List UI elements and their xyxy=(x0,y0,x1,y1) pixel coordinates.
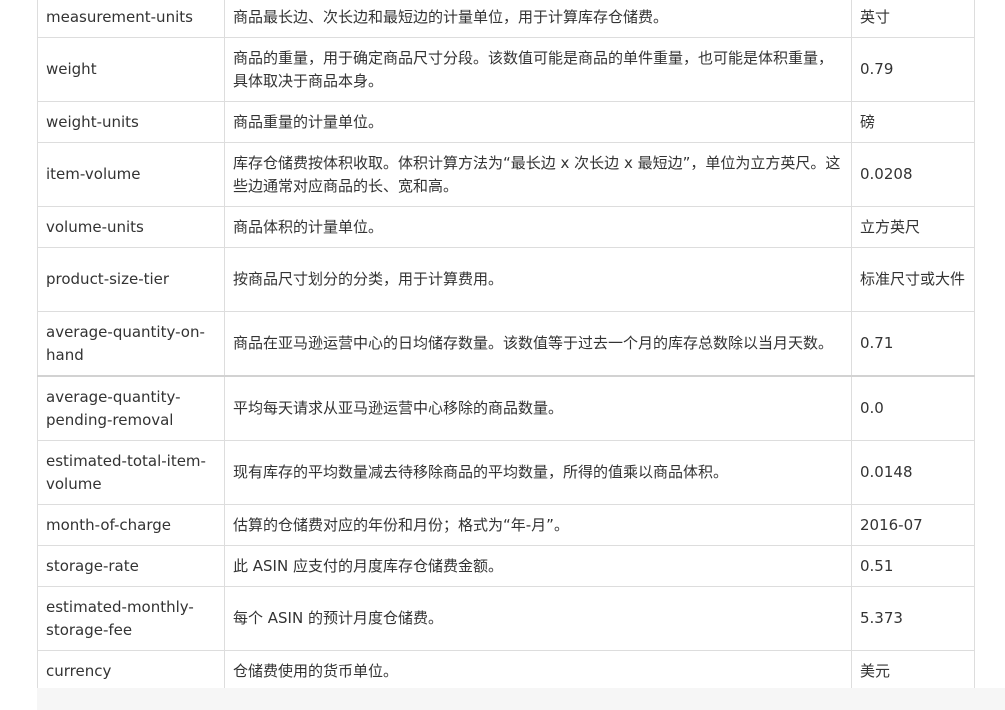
field-name-cell: product-size-tier xyxy=(38,248,225,312)
field-name-cell: volume-units xyxy=(38,207,225,248)
field-example-value-cell: 美元 xyxy=(852,651,975,692)
field-description-cell: 现有库存的平均数量减去待移除商品的平均数量，所得的值乘以商品体积。 xyxy=(225,441,852,505)
field-name-cell: measurement-units xyxy=(38,0,225,38)
field-example-value-cell: 立方英尺 xyxy=(852,207,975,248)
table-row: measurement-units 商品最长边、次长边和最短边的计量单位，用于计… xyxy=(38,0,975,38)
field-name-cell: currency xyxy=(38,651,225,692)
field-description-cell: 按商品尺寸划分的分类，用于计算费用。 xyxy=(225,248,852,312)
table-row: average-quantity-pending-removal 平均每天请求从… xyxy=(38,376,975,441)
field-description-cell: 商品最长边、次长边和最短边的计量单位，用于计算库存仓储费。 xyxy=(225,0,852,38)
field-example-value-cell: 英寸 xyxy=(852,0,975,38)
field-example-value-cell: 0.0208 xyxy=(852,143,975,207)
field-description-cell: 估算的仓储费对应的年份和月份；格式为“年-月”。 xyxy=(225,505,852,546)
field-description-cell: 商品在亚马逊运营中心的日均储存数量。该数值等于过去一个月的库存总数除以当月天数。 xyxy=(225,312,852,377)
field-example-value-cell: 0.79 xyxy=(852,38,975,102)
field-name-cell: storage-rate xyxy=(38,546,225,587)
table-row: month-of-charge 估算的仓储费对应的年份和月份；格式为“年-月”。… xyxy=(38,505,975,546)
table-row: estimated-total-item-volume 现有库存的平均数量减去待… xyxy=(38,441,975,505)
field-example-value-cell: 0.0 xyxy=(852,376,975,441)
field-name-cell: weight-units xyxy=(38,102,225,143)
field-description-cell: 每个 ASIN 的预计月度仓储费。 xyxy=(225,587,852,651)
field-example-value-cell: 0.0148 xyxy=(852,441,975,505)
field-example-value-cell: 2016-07 xyxy=(852,505,975,546)
field-example-value-cell: 0.71 xyxy=(852,312,975,377)
field-name-cell: average-quantity-pending-removal xyxy=(38,376,225,441)
field-example-value-cell: 5.373 xyxy=(852,587,975,651)
field-description-cell: 商品体积的计量单位。 xyxy=(225,207,852,248)
field-name-cell: month-of-charge xyxy=(38,505,225,546)
field-name-cell: item-volume xyxy=(38,143,225,207)
field-name-cell: estimated-total-item-volume xyxy=(38,441,225,505)
table-row: product-size-tier 按商品尺寸划分的分类，用于计算费用。 标准尺… xyxy=(38,248,975,312)
page: measurement-units 商品最长边、次长边和最短边的计量单位，用于计… xyxy=(0,0,1005,710)
field-description-cell: 仓储费使用的货币单位。 xyxy=(225,651,852,692)
table-row: estimated-monthly-storage-fee 每个 ASIN 的预… xyxy=(38,587,975,651)
field-example-value-cell: 磅 xyxy=(852,102,975,143)
table-row: weight 商品的重量，用于确定商品尺寸分段。该数值可能是商品的单件重量，也可… xyxy=(38,38,975,102)
field-description-cell: 此 ASIN 应支付的月度库存仓储费金额。 xyxy=(225,546,852,587)
table-row: storage-rate 此 ASIN 应支付的月度库存仓储费金额。 0.51 xyxy=(38,546,975,587)
field-description-cell: 商品重量的计量单位。 xyxy=(225,102,852,143)
table-row: volume-units 商品体积的计量单位。 立方英尺 xyxy=(38,207,975,248)
table-row: currency 仓储费使用的货币单位。 美元 xyxy=(38,651,975,692)
field-example-value-cell: 0.51 xyxy=(852,546,975,587)
field-description-cell: 商品的重量，用于确定商品尺寸分段。该数值可能是商品的单件重量，也可能是体积重量，… xyxy=(225,38,852,102)
field-name-cell: average-quantity-on-hand xyxy=(38,312,225,377)
report-field-table: measurement-units 商品最长边、次长边和最短边的计量单位，用于计… xyxy=(37,0,975,692)
field-description-cell: 库存仓储费按体积收取。体积计算方法为“最长边 x 次长边 x 最短边”，单位为立… xyxy=(225,143,852,207)
table-row: weight-units 商品重量的计量单位。 磅 xyxy=(38,102,975,143)
field-name-cell: estimated-monthly-storage-fee xyxy=(38,587,225,651)
field-description-cell: 平均每天请求从亚马逊运营中心移除的商品数量。 xyxy=(225,376,852,441)
field-name-cell: weight xyxy=(38,38,225,102)
table-row: item-volume 库存仓储费按体积收取。体积计算方法为“最长边 x 次长边… xyxy=(38,143,975,207)
table-row: average-quantity-on-hand 商品在亚马逊运营中心的日均储存… xyxy=(38,312,975,377)
page-footer-band xyxy=(37,688,1005,710)
field-example-value-cell: 标准尺寸或大件 xyxy=(852,248,975,312)
